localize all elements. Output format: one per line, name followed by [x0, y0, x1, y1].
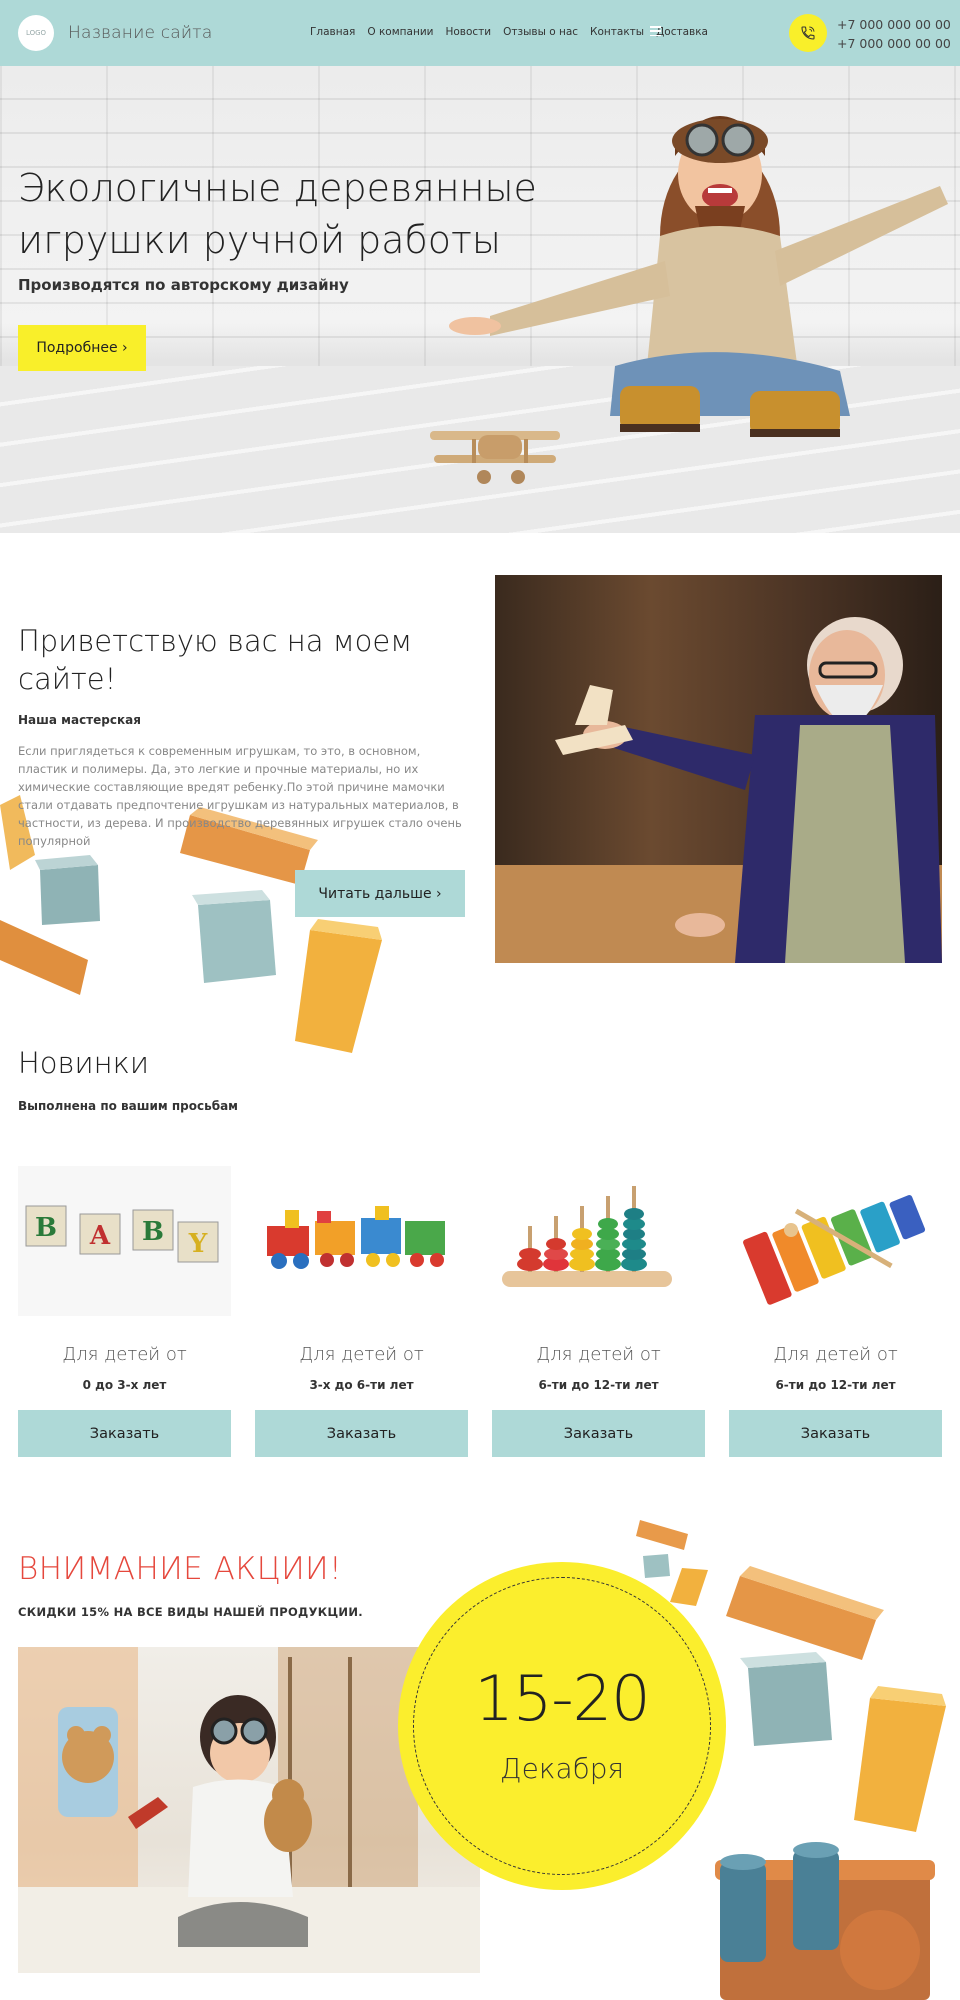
phone-number-1[interactable]: +7 000 000 00 00 — [837, 15, 951, 34]
phone-icon[interactable] — [789, 14, 827, 52]
abc-blocks-image: B A B Y — [18, 1166, 231, 1316]
site-header: LOGO Название сайта Главная О компании Н… — [0, 0, 960, 66]
order-button[interactable]: Заказать — [729, 1410, 942, 1457]
order-button[interactable]: Заказать — [18, 1410, 231, 1457]
wooden-train-image — [255, 1166, 468, 1316]
nav-item-delivery[interactable]: Доставка — [656, 26, 708, 38]
svg-text:Y: Y — [188, 1229, 208, 1259]
product-card: Для детей от 6-ти до 12-ти лет Заказать — [729, 1166, 942, 1458]
logo-text: LOGO — [25, 29, 47, 37]
promo-title: ВНИМАНИЕ АКЦИИ! — [18, 1551, 343, 1587]
toy-airplane-image — [430, 431, 560, 484]
nav-item-reviews[interactable]: Отзывы о нас — [503, 26, 578, 38]
hero-subtitle: Производятся по авторскому дизайну — [18, 276, 349, 294]
craftsman-photo — [495, 575, 942, 963]
product-caption: Для детей от — [773, 1344, 898, 1365]
welcome-text: Если приглядеться к современным игрушкам… — [18, 744, 462, 848]
svg-text:B: B — [35, 1213, 57, 1243]
product-age: 3-х до 6-ти лет — [309, 1378, 414, 1392]
girl-pilot-image — [430, 116, 948, 484]
promo-subtitle: СКИДКИ 15% НА ВСЕ ВИДЫ НАШЕЙ ПРОДУКЦИИ. — [18, 1605, 363, 1619]
product-age: 0 до 3-х лет — [82, 1378, 167, 1392]
menu-icon[interactable] — [650, 26, 661, 36]
main-nav: Главная О компании Новости Отзывы о нас … — [310, 26, 708, 38]
site-name[interactable]: Название сайта — [68, 23, 212, 43]
product-caption: Для детей от — [536, 1344, 661, 1365]
product-age: 6-ти до 12-ти лет — [775, 1378, 896, 1392]
order-button[interactable]: Заказать — [255, 1410, 468, 1457]
welcome-title: Приветствую вас на моем сайте! — [18, 624, 413, 696]
phone-number-2[interactable]: +7 000 000 00 00 — [837, 34, 951, 53]
nav-item-home[interactable]: Главная — [310, 26, 355, 38]
new-items-title: Новинки — [18, 1046, 149, 1080]
promo-dates: 15-20 — [474, 1662, 650, 1735]
promo-month: Декабря — [499, 1752, 625, 1785]
new-items-subtitle: Выполнена по вашим просьбам — [18, 1099, 238, 1113]
xylophone-image — [729, 1166, 942, 1316]
more-button[interactable]: Подробнее › — [18, 325, 146, 371]
product-caption: Для детей от — [62, 1344, 187, 1365]
ring-abacus-image — [492, 1166, 705, 1316]
product-age: 6-ти до 12-ти лет — [538, 1378, 659, 1392]
nav-item-news[interactable]: Новости — [445, 26, 491, 38]
phone-numbers: +7 000 000 00 00 +7 000 000 00 00 — [837, 15, 951, 53]
nav-item-contacts[interactable]: Контакты — [590, 26, 644, 38]
product-card: Для детей от 6-ти до 12-ти лет Заказать — [492, 1166, 705, 1458]
product-card: Для детей от 3-х до 6-ти лет Заказать — [255, 1166, 468, 1458]
product-card: B A B Y Для детей от 0 до 3-х лет Заказа… — [18, 1166, 231, 1458]
order-button[interactable]: Заказать — [492, 1410, 705, 1457]
svg-text:A: A — [89, 1221, 111, 1251]
hero-title: Экологичные деревянные игрушки ручной ра… — [18, 166, 537, 262]
svg-text:B: B — [142, 1217, 164, 1247]
logo[interactable]: LOGO — [18, 15, 54, 51]
nav-item-about[interactable]: О компании — [367, 26, 433, 38]
product-caption: Для детей от — [299, 1344, 424, 1365]
read-more-button[interactable]: Читать дальше › — [295, 870, 465, 917]
welcome-subtitle: Наша мастерская — [18, 713, 141, 727]
hero-banner: Экологичные деревянные игрушки ручной ра… — [0, 66, 960, 533]
